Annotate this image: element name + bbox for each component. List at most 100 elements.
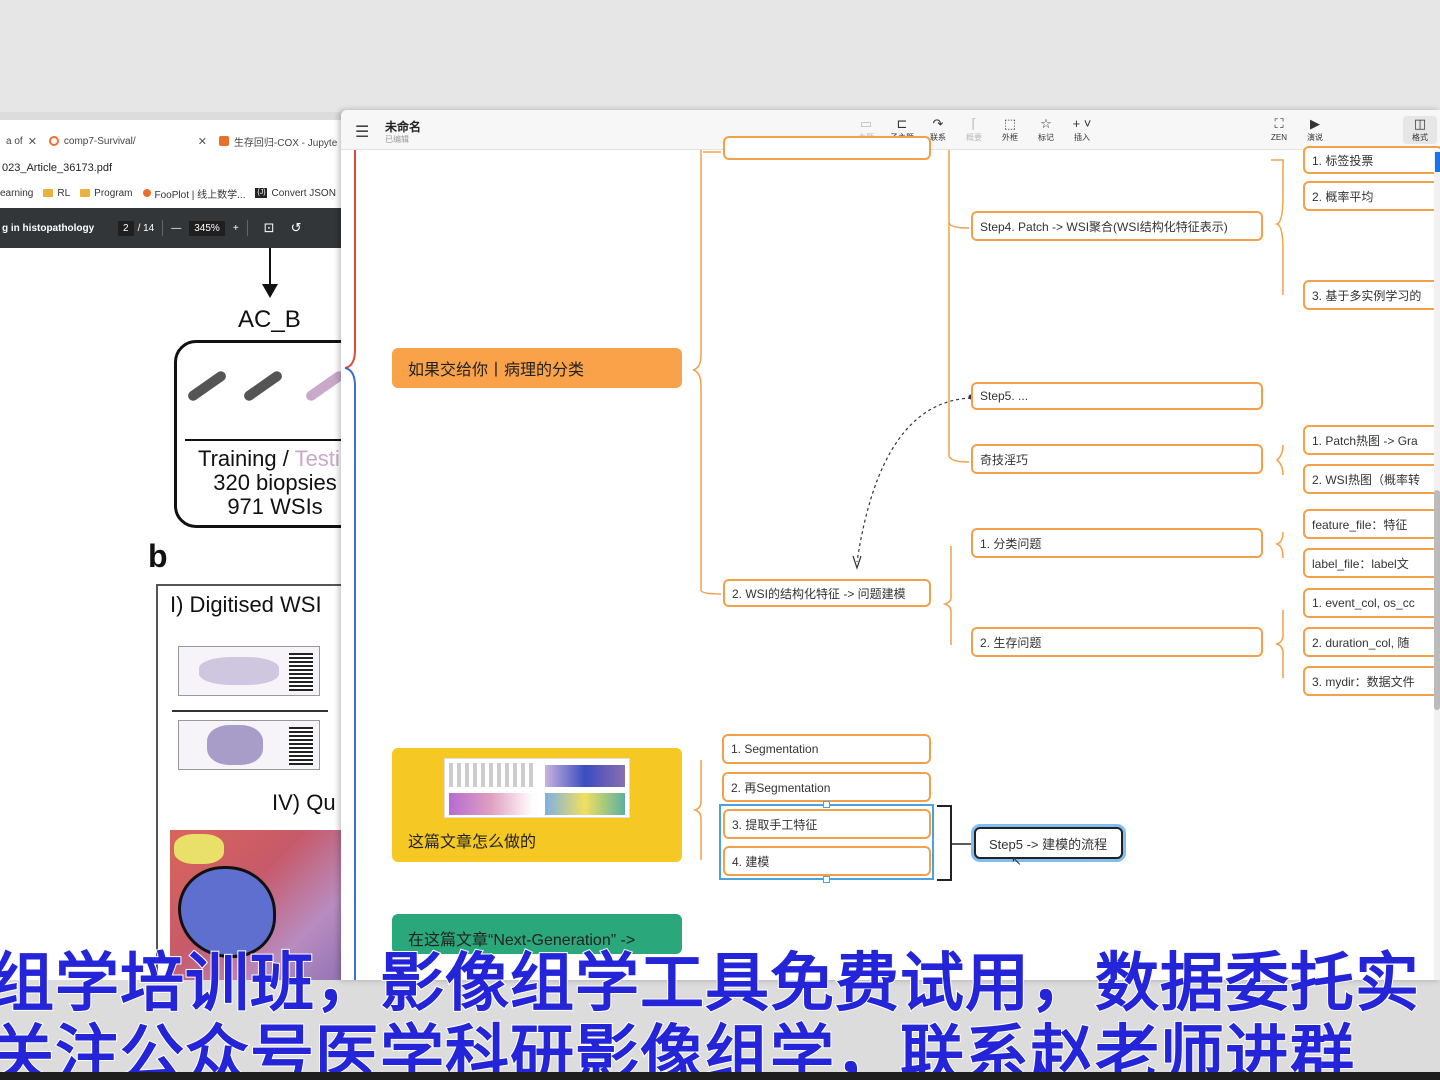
summary-icon: ⌈ xyxy=(971,116,977,131)
panel-title: I) Digitised WSI xyxy=(170,592,322,617)
node-event-col[interactable]: 1. event_col, os_cc xyxy=(1303,588,1440,618)
marker-button[interactable]: ☆ 标记 xyxy=(1028,116,1064,144)
fullscreen-icon: ⛶ xyxy=(1274,116,1284,131)
biopsy-strip xyxy=(186,369,228,403)
boundary-button[interactable]: ⬚ 外框 xyxy=(992,116,1028,144)
node-step5[interactable]: Step5. ... xyxy=(971,382,1263,410)
document-title[interactable]: 未命名 xyxy=(385,118,421,135)
mindmap-window: ☰ 未命名 已编辑 ▭主题 ⊏子主题 ↷联系 ⌈概要 ⬚外框 ☆标记 + ˅插入… xyxy=(341,110,1440,980)
close-icon[interactable]: ✕ xyxy=(28,135,37,148)
slide-image xyxy=(178,646,320,696)
format-button[interactable]: ◫ 格式 xyxy=(1403,116,1437,144)
node-step4[interactable]: Step4. Patch -> WSI聚合(WSI结构化特征表示) xyxy=(971,211,1263,241)
page-number-input[interactable]: 2 xyxy=(118,220,134,236)
subtitle-line-2: 关注公众号医学科研影像组学，联系赵老师进群 xyxy=(0,1018,1355,1080)
bookmark-item[interactable]: earning xyxy=(0,188,33,199)
node-label-file[interactable]: label_file：label文 xyxy=(1303,548,1440,578)
browser-window: a of ✕ comp7-Survival/ ✕ 生存回归-COX - Jupy… xyxy=(0,120,345,980)
slide-image xyxy=(178,720,320,770)
fit-page-icon[interactable]: ⊡ xyxy=(264,220,275,236)
bookmark-item[interactable]: FooPlot | 线上数学... xyxy=(142,186,245,201)
biopsy-strip xyxy=(242,369,284,403)
mindmap-canvas[interactable]: 如果交给你丨病理的分类 Step4. Patch -> WSI聚合(WSI结构化… xyxy=(341,136,1440,980)
pitch-button[interactable]: ▶ 演说 xyxy=(1297,116,1333,144)
desktop-background xyxy=(0,0,1440,112)
node-resegmentation[interactable]: 2. 再Segmentation xyxy=(722,772,931,802)
training-text: Training / Testin 320 biopsies 971 WSIs xyxy=(197,446,345,519)
node-classification-problem[interactable]: 1. 分类问题 xyxy=(971,528,1263,558)
pdf-title: g in histopathology xyxy=(2,222,95,234)
pdf-toolbar: g in histopathology 2 / 14 — 345% + ⊡ ↺ xyxy=(0,208,345,248)
menu-icon[interactable]: ☰ xyxy=(355,122,369,142)
zoom-out-button[interactable]: — xyxy=(171,223,181,234)
jupyter-icon xyxy=(48,136,59,146)
taskbar xyxy=(0,1072,1440,1080)
node-modeling[interactable]: 4. 建模 xyxy=(723,846,931,876)
bookmark-item[interactable]: RL xyxy=(43,188,70,199)
cursor-icon: ↖ xyxy=(1011,853,1022,868)
node-wsi-feature[interactable]: 2. WSI的结构化特征 -> 问题建模 xyxy=(723,579,931,607)
scroll-indicator xyxy=(1435,152,1440,172)
tab-label: a of xyxy=(6,135,23,147)
panel-title: IV) Qu xyxy=(272,790,336,815)
topic-howdone[interactable]: 这篇文章怎么做的 xyxy=(392,748,682,862)
node-segmentation[interactable]: 1. Segmentation xyxy=(722,734,931,764)
zoom-level[interactable]: 345% xyxy=(189,220,225,236)
divider xyxy=(162,220,164,236)
pdf-page: AC_B Training / Testin 320 biopsies 971 … xyxy=(0,248,345,980)
node-step5-flow[interactable]: Step5 -> 建模的流程 xyxy=(974,827,1123,859)
node-handcraft-features[interactable]: 3. 提取手工特征 xyxy=(723,809,931,839)
zen-button[interactable]: ⛶ ZEN xyxy=(1261,116,1297,144)
plus-icon: + ˅ xyxy=(1072,116,1092,131)
node-prob-average[interactable]: 2. 概率平均 xyxy=(1303,181,1440,211)
relationship-icon: ↷ xyxy=(932,116,944,131)
play-icon: ▶ xyxy=(1310,116,1320,131)
node-mydir[interactable]: 3. mydir：数据文件 xyxy=(1303,666,1440,696)
address-bar[interactable]: 023_Article_36173.pdf xyxy=(0,156,345,180)
close-icon[interactable]: ✕ xyxy=(198,135,207,148)
barcode-icon xyxy=(289,653,313,691)
browser-tab[interactable]: comp7-Survival/ ✕ xyxy=(43,126,213,156)
subtopic-icon: ⊏ xyxy=(896,116,908,131)
bookmark-item[interactable]: {J} Convert JSON xyxy=(255,188,336,199)
panel-icon: ◫ xyxy=(1413,116,1427,131)
insert-button[interactable]: + ˅ 插入 xyxy=(1064,116,1100,144)
panel-label: b xyxy=(148,538,168,574)
node-feature-file[interactable]: feature_file：特征 xyxy=(1303,509,1440,539)
figure-panel: I) Digitised WSI IV) Qu xyxy=(156,584,345,980)
barcode-icon xyxy=(289,727,313,765)
folder-icon xyxy=(80,189,91,197)
selection-handle[interactable] xyxy=(823,801,830,808)
node-mil[interactable]: 3. 基于多实例学习的 xyxy=(1303,280,1440,310)
bookmark-item[interactable]: Program xyxy=(80,188,133,199)
node-label-vote[interactable]: 1. 标签投票 xyxy=(1303,146,1440,174)
vertical-scrollbar[interactable] xyxy=(1434,150,1440,980)
selection-handle[interactable] xyxy=(823,876,830,883)
json-icon: {J} xyxy=(255,188,268,198)
training-box: Training / Testin 320 biopsies 971 WSIs xyxy=(174,340,345,528)
zoom-in-button[interactable]: + xyxy=(233,223,239,234)
mindmap-node[interactable] xyxy=(723,136,931,160)
browser-tab[interactable]: a of ✕ xyxy=(0,126,43,156)
browser-tab[interactable]: 生存回归-COX - Jupyte xyxy=(213,126,343,156)
figure-thumbnail xyxy=(444,758,630,818)
node-wsi-heatmap[interactable]: 2. WSI热图（概率转 xyxy=(1303,464,1440,494)
figure-arrow xyxy=(269,248,271,286)
node-duration-col[interactable]: 2. duration_col, 随 xyxy=(1303,627,1440,657)
node-patch-heatmap[interactable]: 1. Patch热图 -> Gra xyxy=(1303,425,1440,455)
figure-arrow-head xyxy=(262,284,278,298)
document-status: 已编辑 xyxy=(385,135,409,144)
biopsy-strip xyxy=(304,369,345,403)
rotate-icon[interactable]: ↺ xyxy=(291,220,302,236)
topic-classification[interactable]: 如果交给你丨病理的分类 xyxy=(392,348,682,388)
summary-button[interactable]: ⌈ 概要 xyxy=(956,116,992,144)
node-survival-problem[interactable]: 2. 生存问题 xyxy=(971,627,1263,657)
page-total: / 14 xyxy=(137,222,155,234)
figure-label: AC_B xyxy=(238,306,301,333)
star-icon: ☆ xyxy=(1040,116,1052,131)
topic-icon: ▭ xyxy=(859,116,873,131)
node-tricks[interactable]: 奇技淫巧 xyxy=(971,444,1263,474)
tab-label: comp7-Survival/ xyxy=(63,135,136,147)
fooplot-icon xyxy=(142,189,151,197)
divider xyxy=(185,439,345,441)
